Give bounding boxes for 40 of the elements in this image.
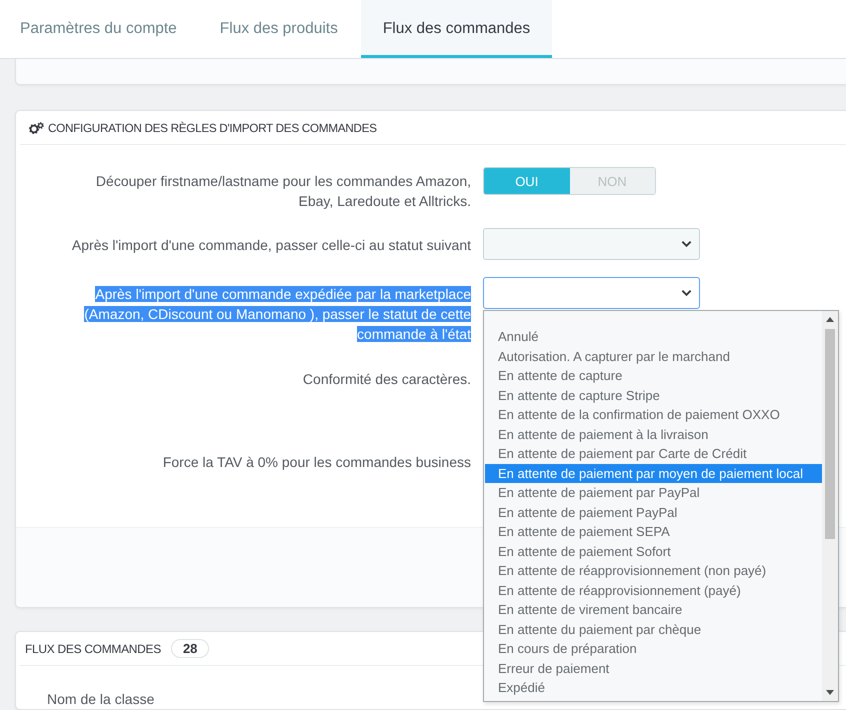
tab[interactable]: Paramètres du compte — [0, 0, 200, 58]
dropdown-option[interactable]: En attente de paiement PayPal — [485, 502, 822, 522]
dropdown-option[interactable]: En attente de capture Stripe — [485, 386, 822, 405]
panel-title: CONFIGURATION DES RÈGLES D'IMPORT DES COMMANDES — [48, 120, 377, 134]
column-header: Nom de la classe — [47, 691, 154, 707]
dropdown-option[interactable]: En attente de paiement par Carte de Crédit — [485, 444, 822, 464]
dropdown-option[interactable]: En attente de paiement par moyen de paiement local — [485, 464, 822, 483]
field-label: Conformité des caractères. — [302, 370, 471, 389]
dropdown-option[interactable]: En attente de paiement par PayPal — [485, 483, 822, 502]
field-label: Découper firstname/lastname pour les commandes Amazon, Ebay, Laredoute et Alltricks. — [94, 172, 471, 211]
scrollbar-thumb[interactable] — [825, 329, 835, 539]
scroll-up-arrow-icon[interactable] — [826, 317, 834, 322]
dropdown-option[interactable]: En attente de paiement Sofort — [485, 542, 822, 561]
scroll-down-arrow-icon[interactable] — [826, 690, 834, 695]
dropdown-option[interactable]: Erreur de paiement — [485, 658, 822, 678]
count-badge: 28 — [170, 639, 210, 658]
dropdown-option[interactable]: En attente de la confirmation de paiement OXXO — [485, 405, 822, 424]
select-field[interactable] — [483, 277, 700, 309]
chevron-down-icon — [681, 289, 692, 297]
gears-icon — [29, 122, 44, 134]
tab[interactable]: Flux des produits — [200, 0, 361, 58]
dropdown-option[interactable]: Autorisation. A capturer par le marchand — [485, 346, 822, 366]
field-label: Après l'import d'une commande, passer celle-ci au statut suivant — [72, 236, 471, 255]
dropdown-option[interactable]: En attente de paiement à la livraison — [485, 424, 822, 444]
dropdown-option[interactable]: En attente du paiement par chèque — [485, 620, 822, 639]
field-label: Force la TAV à 0% pour les commandes business — [162, 453, 471, 472]
dropdown-option[interactable]: En attente de réapprovisionnement (non payé) — [485, 561, 822, 580]
field-label: Après l'import d'une commande expédiée par la marketplace (Amazon, CDiscount ou Manomano ), passer le statut de cette commande à l'état — [83, 285, 471, 344]
dropdown-option[interactable]: En attente de virement bancaire — [485, 600, 822, 620]
dropdown-option[interactable]: Annulé — [485, 327, 822, 346]
dropdown-option[interactable]: En cours de préparation — [485, 639, 822, 658]
select-field[interactable] — [483, 228, 700, 260]
dropdown-option[interactable]: En attente de réapprovisionnement (payé) — [485, 580, 822, 600]
dropdown-option[interactable]: En attente de capture — [485, 366, 822, 386]
panel-title: FLUX DES COMMANDES — [25, 642, 161, 656]
dropdown-option[interactable]: En attente de paiement SEPA — [485, 522, 822, 542]
chevron-down-icon — [681, 240, 692, 248]
dropdown-option[interactable]: Expédié — [485, 678, 822, 698]
tab[interactable]: Flux des commandes — [360, 0, 552, 58]
scrollbar[interactable] — [822, 311, 838, 701]
